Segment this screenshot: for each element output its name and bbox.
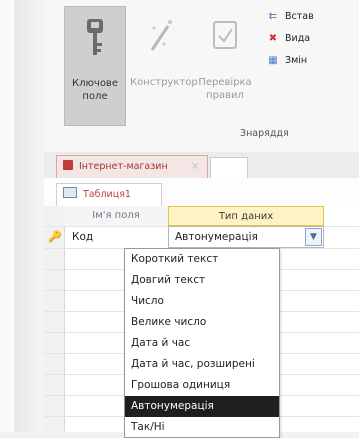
data-type-value: Автонумерація: [175, 231, 258, 243]
data-type-option[interactable]: Грошова одиниця: [125, 375, 279, 396]
table-icon: [63, 187, 77, 198]
data-type-header: Тип даних: [168, 206, 324, 226]
navigation-pane-edge: [14, 0, 44, 432]
data-type-select[interactable]: Автонумерація ▼: [168, 226, 324, 248]
delete-rows-label: Вида: [285, 33, 311, 44]
rows-command-list: ⇇ Встав ✖ Вида ▦ Змін: [266, 6, 359, 72]
delete-rows-button[interactable]: ✖ Вида: [266, 28, 359, 50]
modify-lookups-icon: ▦: [268, 55, 278, 66]
data-type-dropdown: Короткий текст Довгий текст Число Велике…: [124, 248, 280, 438]
key-field-label: Ключове поле: [72, 78, 118, 102]
data-type-option[interactable]: Дата й час, розширені: [125, 354, 279, 375]
data-type-option[interactable]: Велике число: [125, 312, 279, 333]
data-type-option[interactable]: Число: [125, 291, 279, 312]
delete-rows-icon: ✖: [268, 33, 278, 44]
document-tab-label: Інтернет-магазин: [79, 161, 168, 172]
object-tab-bar: Таблиця1: [44, 178, 359, 207]
modify-label: Змін: [285, 55, 308, 66]
data-type-option-selected[interactable]: Автонумерація: [125, 396, 279, 417]
empty-tab[interactable]: [210, 157, 248, 179]
data-type-option[interactable]: Довгий текст: [125, 270, 279, 291]
insert-rows-icon: ⇇: [268, 11, 278, 22]
insert-rows-button[interactable]: ⇇ Встав: [266, 6, 359, 28]
close-icon[interactable]: ×: [191, 156, 199, 178]
modify-lookups-button[interactable]: ▦ Змін: [266, 50, 359, 72]
table-tab-label: Таблиця1: [83, 189, 131, 200]
constructor-button[interactable]: Конструктор: [130, 6, 198, 124]
key-icon: [87, 19, 103, 55]
field-name-header: Ім'я поля: [64, 206, 169, 226]
ribbon: Ключове поле Конструктор Перевірка прави…: [44, 0, 359, 153]
tools-group-label: Знаряддя: [240, 128, 289, 139]
document-tab-bar: Інтернет-магазин ×: [44, 152, 359, 179]
data-type-option[interactable]: Дата й час: [125, 333, 279, 354]
database-icon: [63, 160, 73, 170]
data-type-option[interactable]: Так/Ні: [125, 417, 279, 438]
field-name-cell[interactable]: Код: [72, 227, 93, 248]
left-margin: [0, 0, 14, 432]
wand-icon: [150, 20, 172, 51]
primary-key-icon: 🔑: [48, 230, 62, 243]
insert-rows-label: Встав: [285, 11, 314, 22]
check-rules-label: Перевірка правил: [198, 77, 252, 101]
table-tab[interactable]: Таблиця1: [56, 183, 162, 206]
chevron-down-icon[interactable]: ▼: [305, 228, 322, 246]
key-field-button[interactable]: Ключове поле: [64, 6, 126, 126]
check-rules-button[interactable]: Перевірка правил: [196, 6, 254, 124]
data-type-option[interactable]: Короткий текст: [125, 249, 279, 270]
constructor-label: Конструктор: [130, 77, 198, 88]
document-tab[interactable]: Інтернет-магазин ×: [56, 155, 208, 178]
validation-icon: [213, 21, 237, 49]
